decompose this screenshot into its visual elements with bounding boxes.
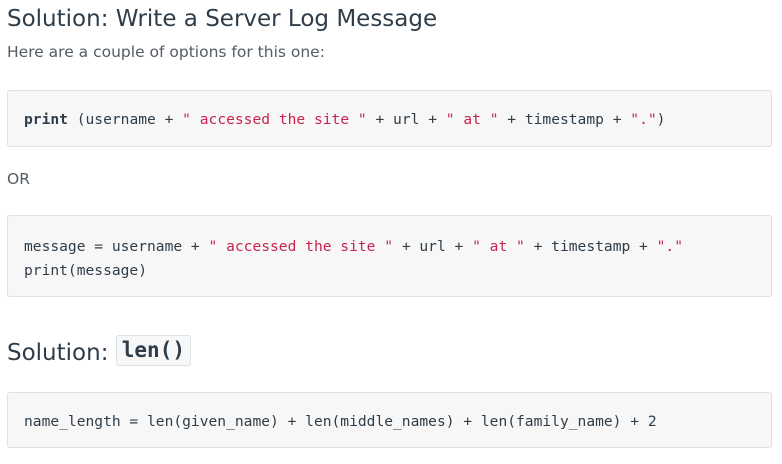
solution-heading-len: Solution: len(): [7, 335, 191, 366]
code-string: " at ": [472, 238, 525, 255]
code-string: ".": [656, 238, 683, 255]
code-block-option-2: message = username + " accessed the site…: [7, 215, 772, 297]
code-text: + timestamp +: [524, 238, 657, 255]
intro-text: Here are a couple of options for this on…: [7, 43, 325, 61]
code-keyword-print: print: [24, 111, 68, 128]
code-text: + timestamp +: [498, 111, 631, 128]
code-block-name-length: name_length = len(given_name) + len(midd…: [7, 392, 772, 448]
heading-prefix: Solution:: [7, 340, 116, 366]
solution-heading-log-message: Solution: Write a Server Log Message: [7, 6, 438, 32]
or-label: OR: [7, 170, 30, 188]
code-line-name-length: name_length = len(given_name) + len(midd…: [24, 413, 657, 430]
inline-code-len: len(): [115, 335, 191, 366]
code-block-option-1: print (username + " accessed the site " …: [7, 90, 772, 147]
code-string: " accessed the site ": [208, 238, 394, 255]
code-line-print-message: print(message): [24, 262, 148, 279]
code-string: " accessed the site ": [182, 111, 367, 128]
code-text: + url +: [393, 238, 473, 255]
code-text: (username +: [67, 111, 183, 128]
code-text: ): [656, 111, 666, 128]
code-string: ".": [630, 111, 657, 128]
code-string: " at ": [445, 111, 499, 128]
code-text: + url +: [366, 111, 446, 128]
code-text: message = username +: [24, 238, 209, 255]
